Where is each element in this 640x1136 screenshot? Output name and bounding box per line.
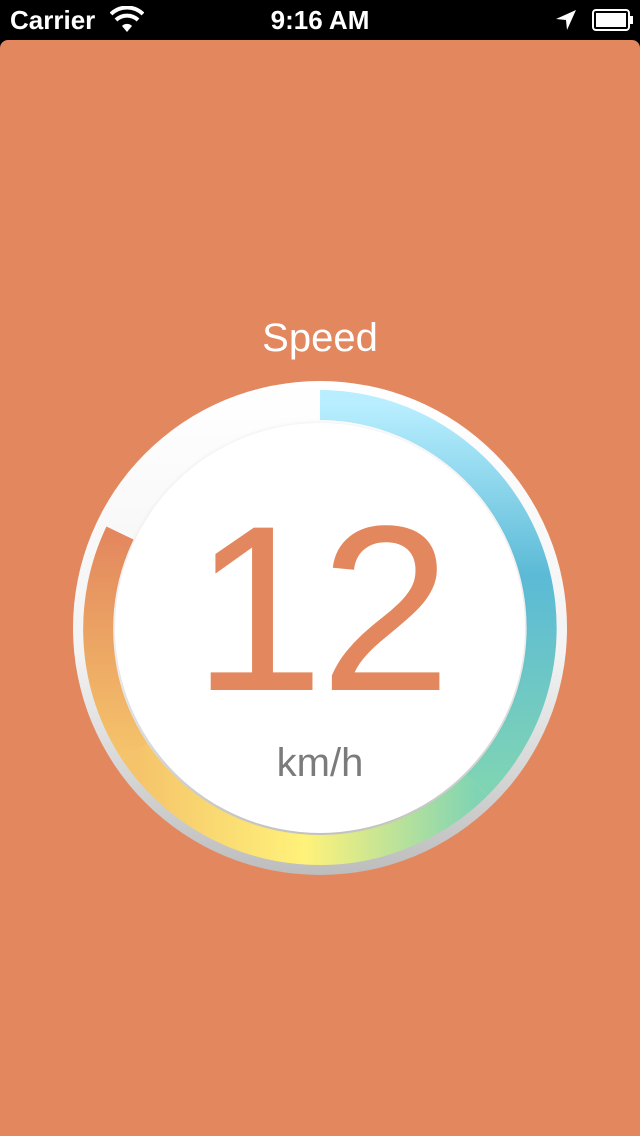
speed-title: Speed — [262, 316, 378, 360]
speed-unit: km/h — [276, 741, 364, 785]
clock-time: 9:16 AM — [270, 5, 370, 35]
speed-gauge: 12 km/h — [73, 381, 567, 875]
speed-value: 12 — [192, 477, 452, 741]
battery-icon — [592, 9, 633, 31]
screen: Carrier 9:16 AM Speed 12 km/h — [0, 0, 640, 1136]
speed-screen: Speed 12 km/h — [0, 40, 640, 1136]
location-arrow-icon — [556, 10, 576, 30]
status-bar: Carrier 9:16 AM — [0, 0, 640, 40]
